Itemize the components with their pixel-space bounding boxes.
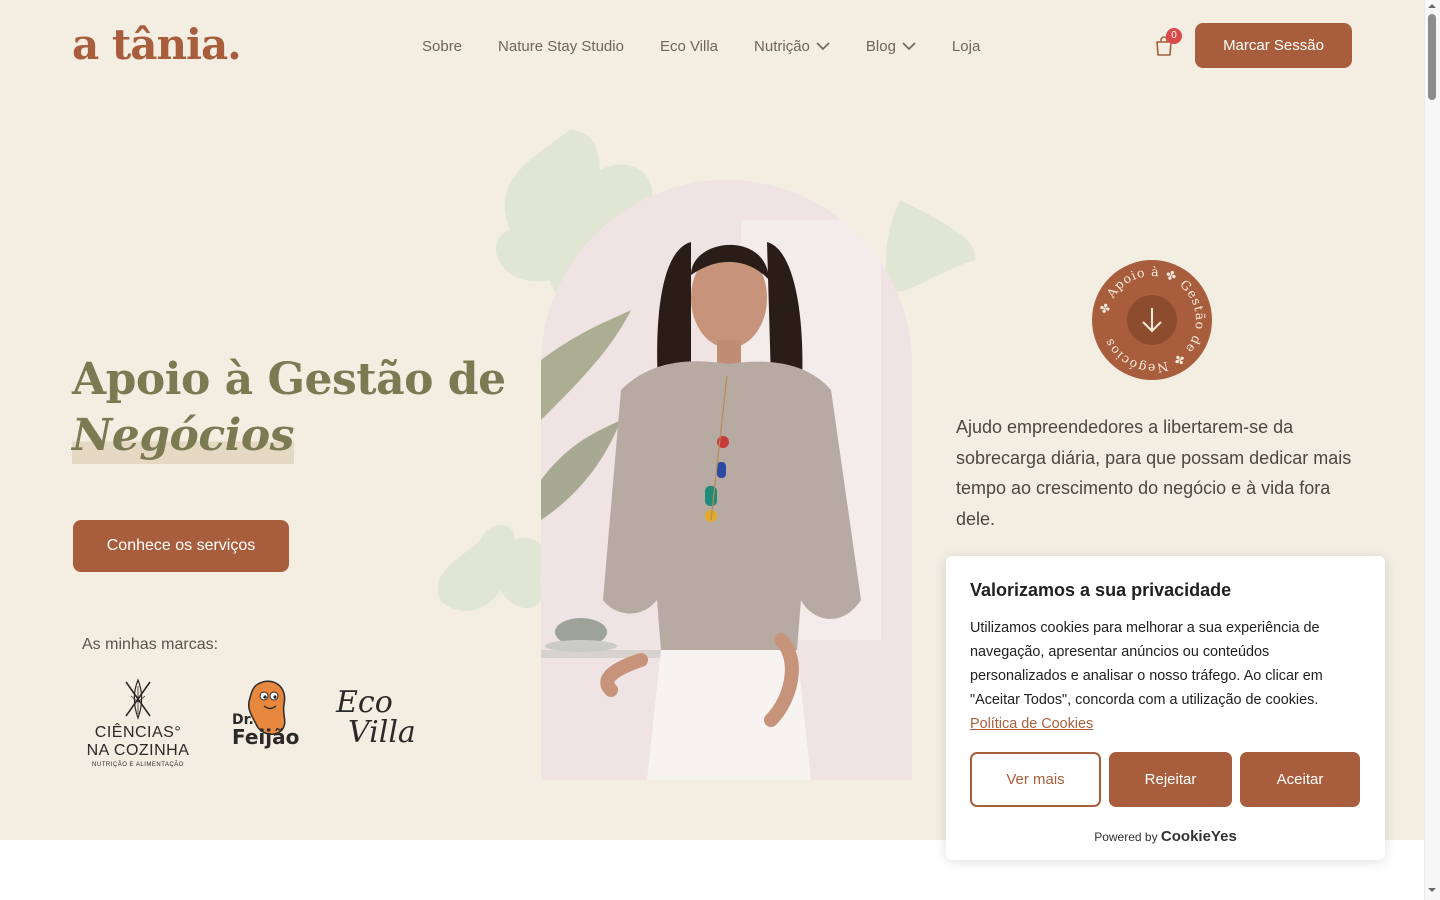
nav-label: Nature Stay Studio bbox=[498, 37, 624, 55]
cookie-see-more-button[interactable]: Ver mais bbox=[970, 752, 1101, 807]
nav-label: Blog bbox=[865, 37, 896, 55]
cookie-reject-button[interactable]: Rejeitar bbox=[1109, 752, 1232, 807]
nav-item-blog[interactable]: Blog bbox=[848, 38, 934, 55]
cookie-title: Valorizamos a sua privacidade bbox=[970, 580, 1232, 600]
nav-label: Sobre bbox=[422, 37, 463, 55]
svg-text:Feijão: Feijão bbox=[232, 725, 299, 749]
portrait-photo bbox=[541, 180, 912, 780]
scroll-down-arrow-icon[interactable] bbox=[1428, 886, 1436, 894]
nav-item-sobre[interactable]: Sobre bbox=[404, 38, 480, 55]
logo-dot: . bbox=[227, 20, 242, 69]
cookie-accept-button[interactable]: Aceitar bbox=[1240, 752, 1360, 807]
book-session-button[interactable]: Marcar Sessão bbox=[1195, 23, 1352, 68]
intro-text: Ajudo empreendedores a libertarem-se da … bbox=[956, 417, 1352, 530]
site-logo[interactable]: a tânia. bbox=[72, 20, 242, 70]
cookieyes-logo[interactable]: CookieYes bbox=[1161, 828, 1237, 845]
brand3-line1: Eco bbox=[336, 685, 393, 720]
chevron-down-icon bbox=[902, 41, 916, 50]
nav-item-nature-stay-studio[interactable]: Nature Stay Studio bbox=[480, 38, 642, 55]
nav-label: Loja bbox=[951, 37, 981, 55]
cookie-consent-banner: Valorizamos a sua privacidade Utilizamos… bbox=[946, 556, 1385, 860]
brand3-line2: Villa bbox=[348, 715, 416, 750]
cookie-policy-link[interactable]: Política de Cookies bbox=[970, 716, 1093, 732]
brand-ciencias-na-cozinha-logo[interactable]: CIÊNCIAS° NA COZINHA NUTRIÇÃO E ALIMENTA… bbox=[82, 678, 194, 770]
cookie-body: Utilizamos cookies para melhorar a sua e… bbox=[970, 620, 1323, 708]
services-button[interactable]: Conhece os serviços bbox=[73, 520, 289, 572]
scroll-up-arrow-icon[interactable] bbox=[1428, 2, 1436, 10]
powered-by: Powered by CookieYes bbox=[946, 828, 1385, 845]
nav-item-loja[interactable]: Loja bbox=[934, 38, 998, 55]
hero-title-line2: Negócios bbox=[72, 408, 294, 464]
brand1-subtitle: NUTRIÇÃO E ALIMENTAÇÃO bbox=[92, 762, 184, 768]
brand-dr-feijao-logo[interactable]: Dr. Feijão bbox=[230, 678, 300, 752]
chevron-down-icon bbox=[816, 41, 830, 50]
brands-label: As minhas marcas: bbox=[82, 636, 219, 653]
cart-count-badge: 0 bbox=[1166, 28, 1182, 44]
powered-by-label: Powered by bbox=[1094, 830, 1158, 844]
arrow-down-icon bbox=[1142, 308, 1162, 333]
vertical-scrollbar[interactable] bbox=[1424, 0, 1440, 900]
page: a tânia. Sobre Nature Stay Studio Eco Vi… bbox=[0, 0, 1424, 900]
cutlery-icon bbox=[125, 678, 151, 720]
cookie-text: Utilizamos cookies para melhorar a sua e… bbox=[970, 616, 1362, 736]
portrait-illustration bbox=[541, 180, 912, 780]
main-nav: Sobre Nature Stay Studio Eco Villa Nutri… bbox=[404, 30, 998, 62]
nav-label: Nutrição bbox=[754, 37, 810, 55]
brand1-title: CIÊNCIAS° NA COZINHA bbox=[86, 724, 190, 759]
nav-item-eco-villa[interactable]: Eco Villa bbox=[642, 38, 736, 55]
nav-item-nutricao[interactable]: Nutrição bbox=[736, 38, 848, 55]
logo-text: a tânia bbox=[72, 20, 228, 69]
nav-label: Eco Villa bbox=[659, 37, 719, 55]
scrollbar-thumb[interactable] bbox=[1428, 14, 1436, 100]
brand-eco-villa-logo[interactable]: Eco Villa bbox=[336, 688, 416, 762]
